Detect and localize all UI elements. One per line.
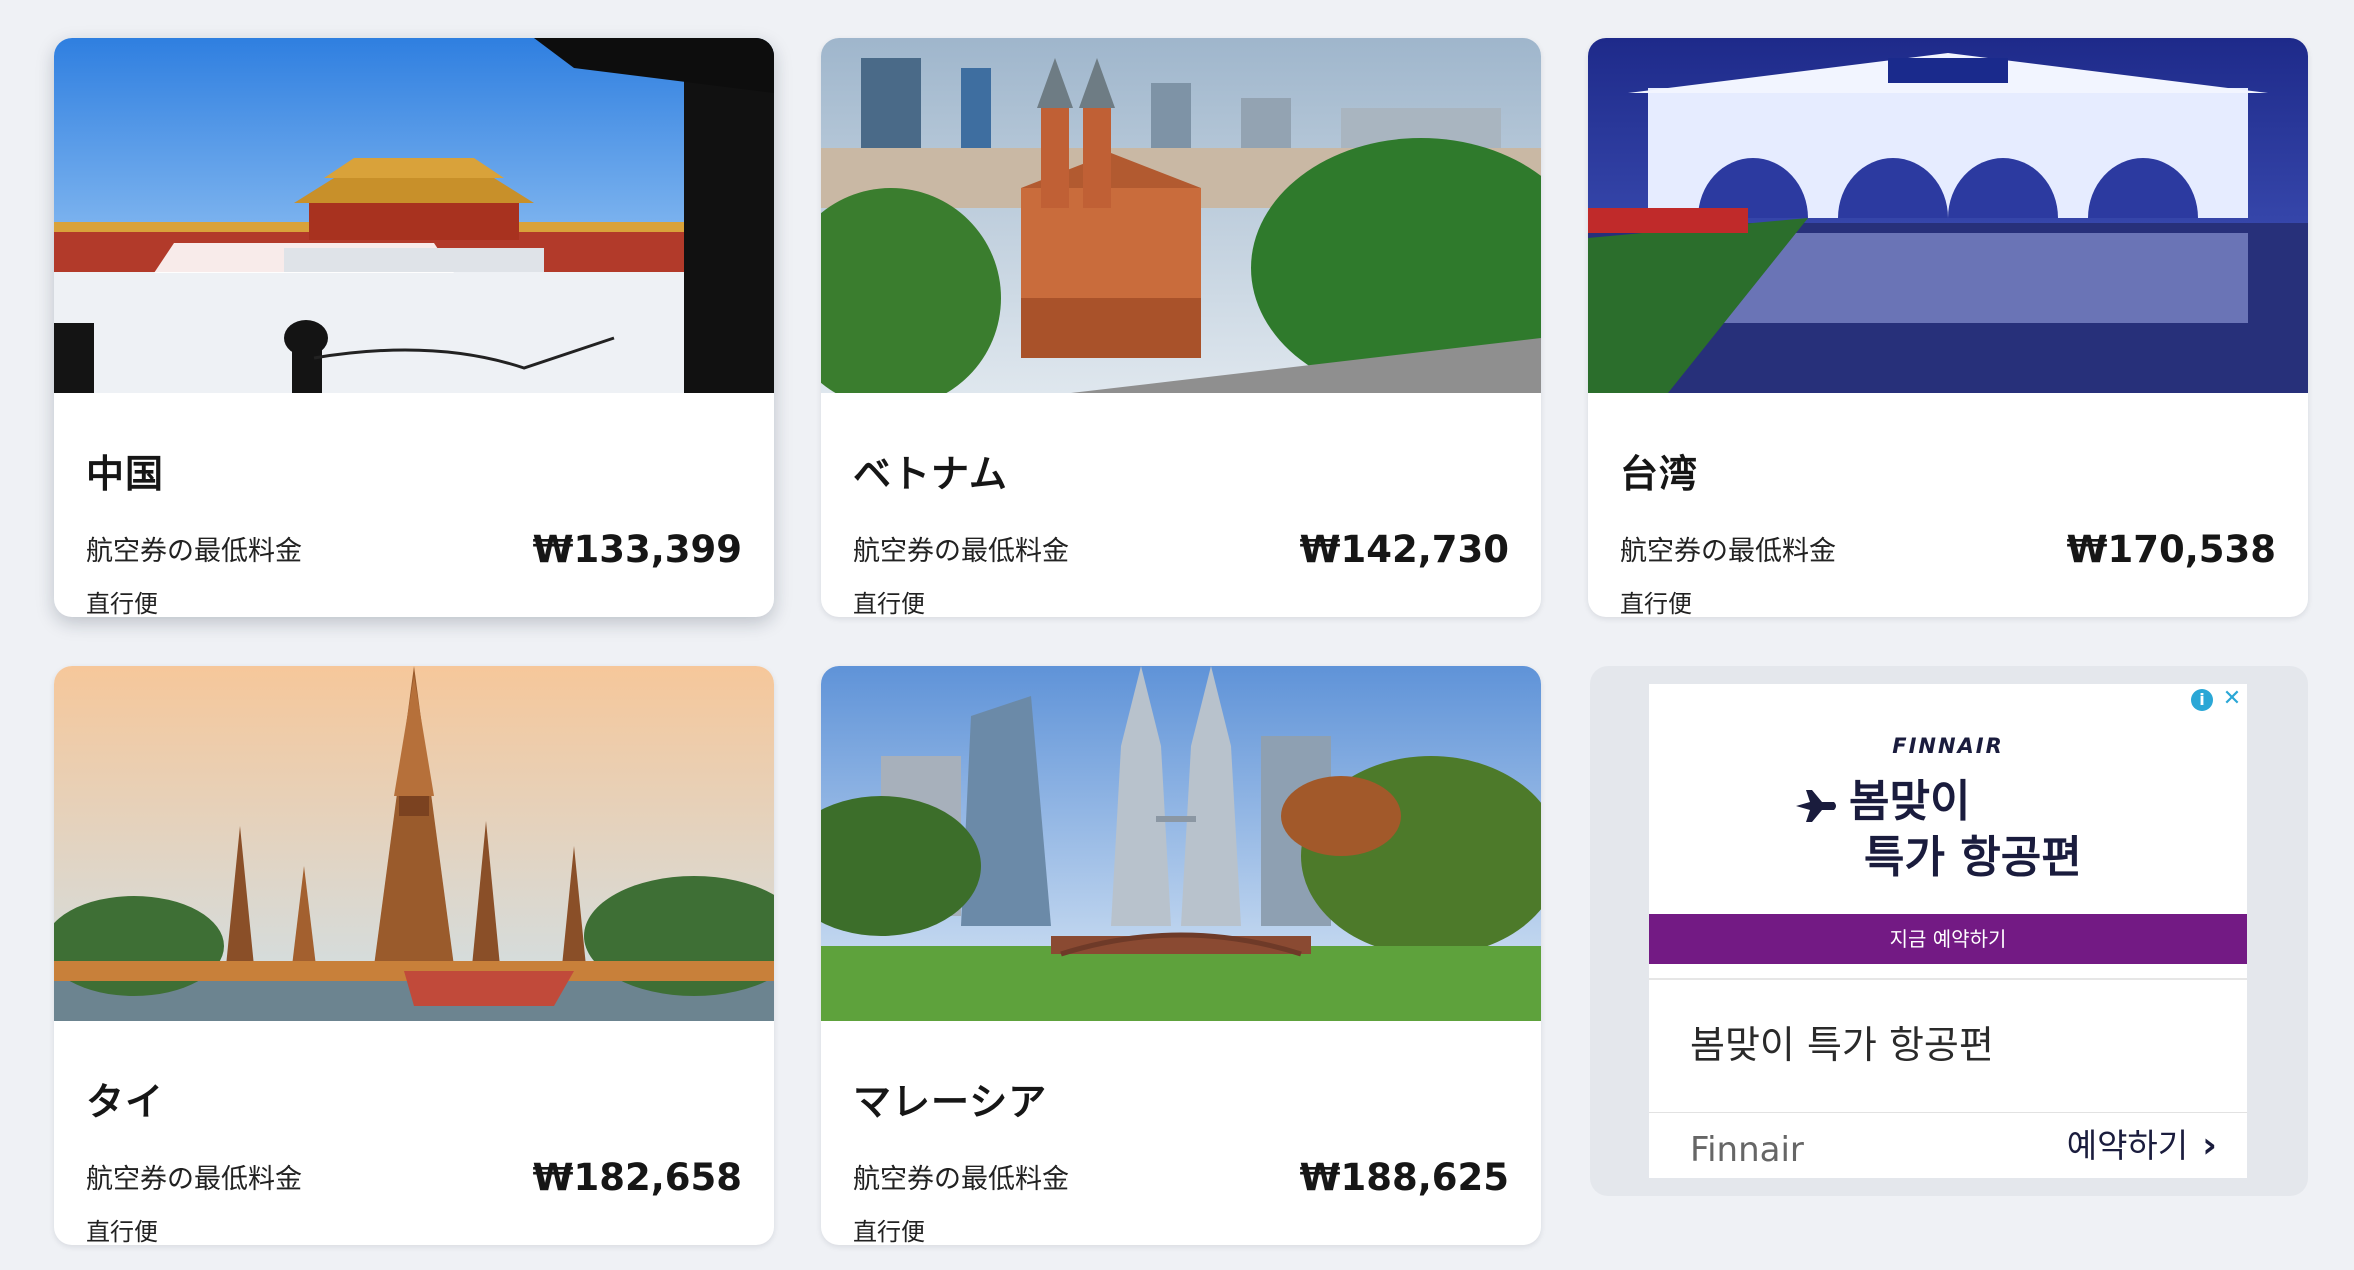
destination-card-taiwan[interactable]: 台湾 航空券の最低料金 ₩170,538 直行便: [1588, 38, 2308, 617]
ad-info-icon[interactable]: i: [2187, 684, 2217, 714]
lowest-fare-price: ₩182,658: [532, 1156, 742, 1199]
lowest-fare-label: 航空券の最低料金: [853, 1164, 1069, 1195]
taipei-gate-photo: [1588, 38, 2308, 393]
direct-flight-label: 直行便: [853, 590, 925, 617]
destination-name: ベトナム: [853, 452, 1008, 496]
lowest-fare-price: ₩188,625: [1299, 1156, 1509, 1199]
divider: [1649, 1112, 2247, 1113]
forbidden-city-photo: [54, 38, 774, 393]
saigon-cathedral-photo: [821, 38, 1541, 393]
ad-headline-line1: 봄맞이: [1849, 776, 1971, 827]
info-icon: i: [2191, 689, 2213, 711]
ad-book-now-button[interactable]: 지금 예약하기: [1649, 914, 2247, 964]
lowest-fare-label: 航空券の最低料金: [86, 1164, 302, 1195]
destination-name: 台湾: [1620, 452, 1699, 496]
destination-card-china[interactable]: 中国 航空券の最低料金 ₩133,399 直行便: [54, 38, 774, 617]
ad-reserve-link[interactable]: 예약하기 ›: [2067, 1126, 2217, 1166]
lowest-fare-price: ₩170,538: [2066, 528, 2276, 571]
direct-flight-label: 直行便: [86, 1218, 158, 1245]
finnair-ad[interactable]: i ✕ FINNAIR 봄맞이 특가 항공편 지금 예약하기 봄맞이 특가 항공…: [1649, 684, 2247, 1178]
finnair-logo: FINNAIR: [1892, 734, 2004, 758]
destination-name: 中国: [86, 452, 165, 496]
ad-slot: i ✕ FINNAIR 봄맞이 특가 항공편 지금 예약하기 봄맞이 특가 항공…: [1590, 666, 2308, 1196]
chevron-right-icon: ›: [2202, 1125, 2217, 1166]
destination-card-vietnam[interactable]: ベトナム 航空券の最低料金 ₩142,730 直行便: [821, 38, 1541, 617]
ad-title[interactable]: 봄맞이 특가 항공편: [1690, 1022, 1994, 1068]
ad-reserve-label: 예약하기: [2066, 1126, 2189, 1165]
lowest-fare-label: 航空券の最低料金: [853, 536, 1069, 567]
divider: [1649, 978, 2247, 980]
destination-name: マレーシア: [853, 1080, 1048, 1124]
lowest-fare-label: 航空券の最低料金: [86, 536, 302, 567]
ad-advertiser: Finnair: [1690, 1130, 1804, 1170]
destination-name: タイ: [86, 1080, 165, 1124]
direct-flight-label: 直行便: [853, 1218, 925, 1245]
lowest-fare-label: 航空券の最低料金: [1620, 536, 1836, 567]
destination-grid: 中国 航空券の最低料金 ₩133,399 直行便 ベトナム 航空券の最低料金 ₩…: [0, 0, 2354, 1270]
lowest-fare-price: ₩133,399: [532, 528, 742, 571]
direct-flight-label: 直行便: [1620, 590, 1692, 617]
destination-card-thailand[interactable]: タイ 航空券の最低料金 ₩182,658 直行便: [54, 666, 774, 1245]
ad-controls: i ✕: [2187, 684, 2247, 714]
wat-arun-photo: [54, 666, 774, 1021]
destination-card-malaysia[interactable]: マレーシア 航空券の最低料金 ₩188,625 直行便: [821, 666, 1541, 1245]
ad-headline-line2: 특가 항공편: [1864, 832, 2082, 883]
direct-flight-label: 直行便: [86, 590, 158, 617]
ad-headline: 봄맞이 특가 항공편: [1794, 774, 2214, 886]
petronas-towers-photo: [821, 666, 1541, 1021]
ad-close-icon[interactable]: ✕: [2217, 684, 2247, 714]
lowest-fare-price: ₩142,730: [1299, 528, 1509, 571]
